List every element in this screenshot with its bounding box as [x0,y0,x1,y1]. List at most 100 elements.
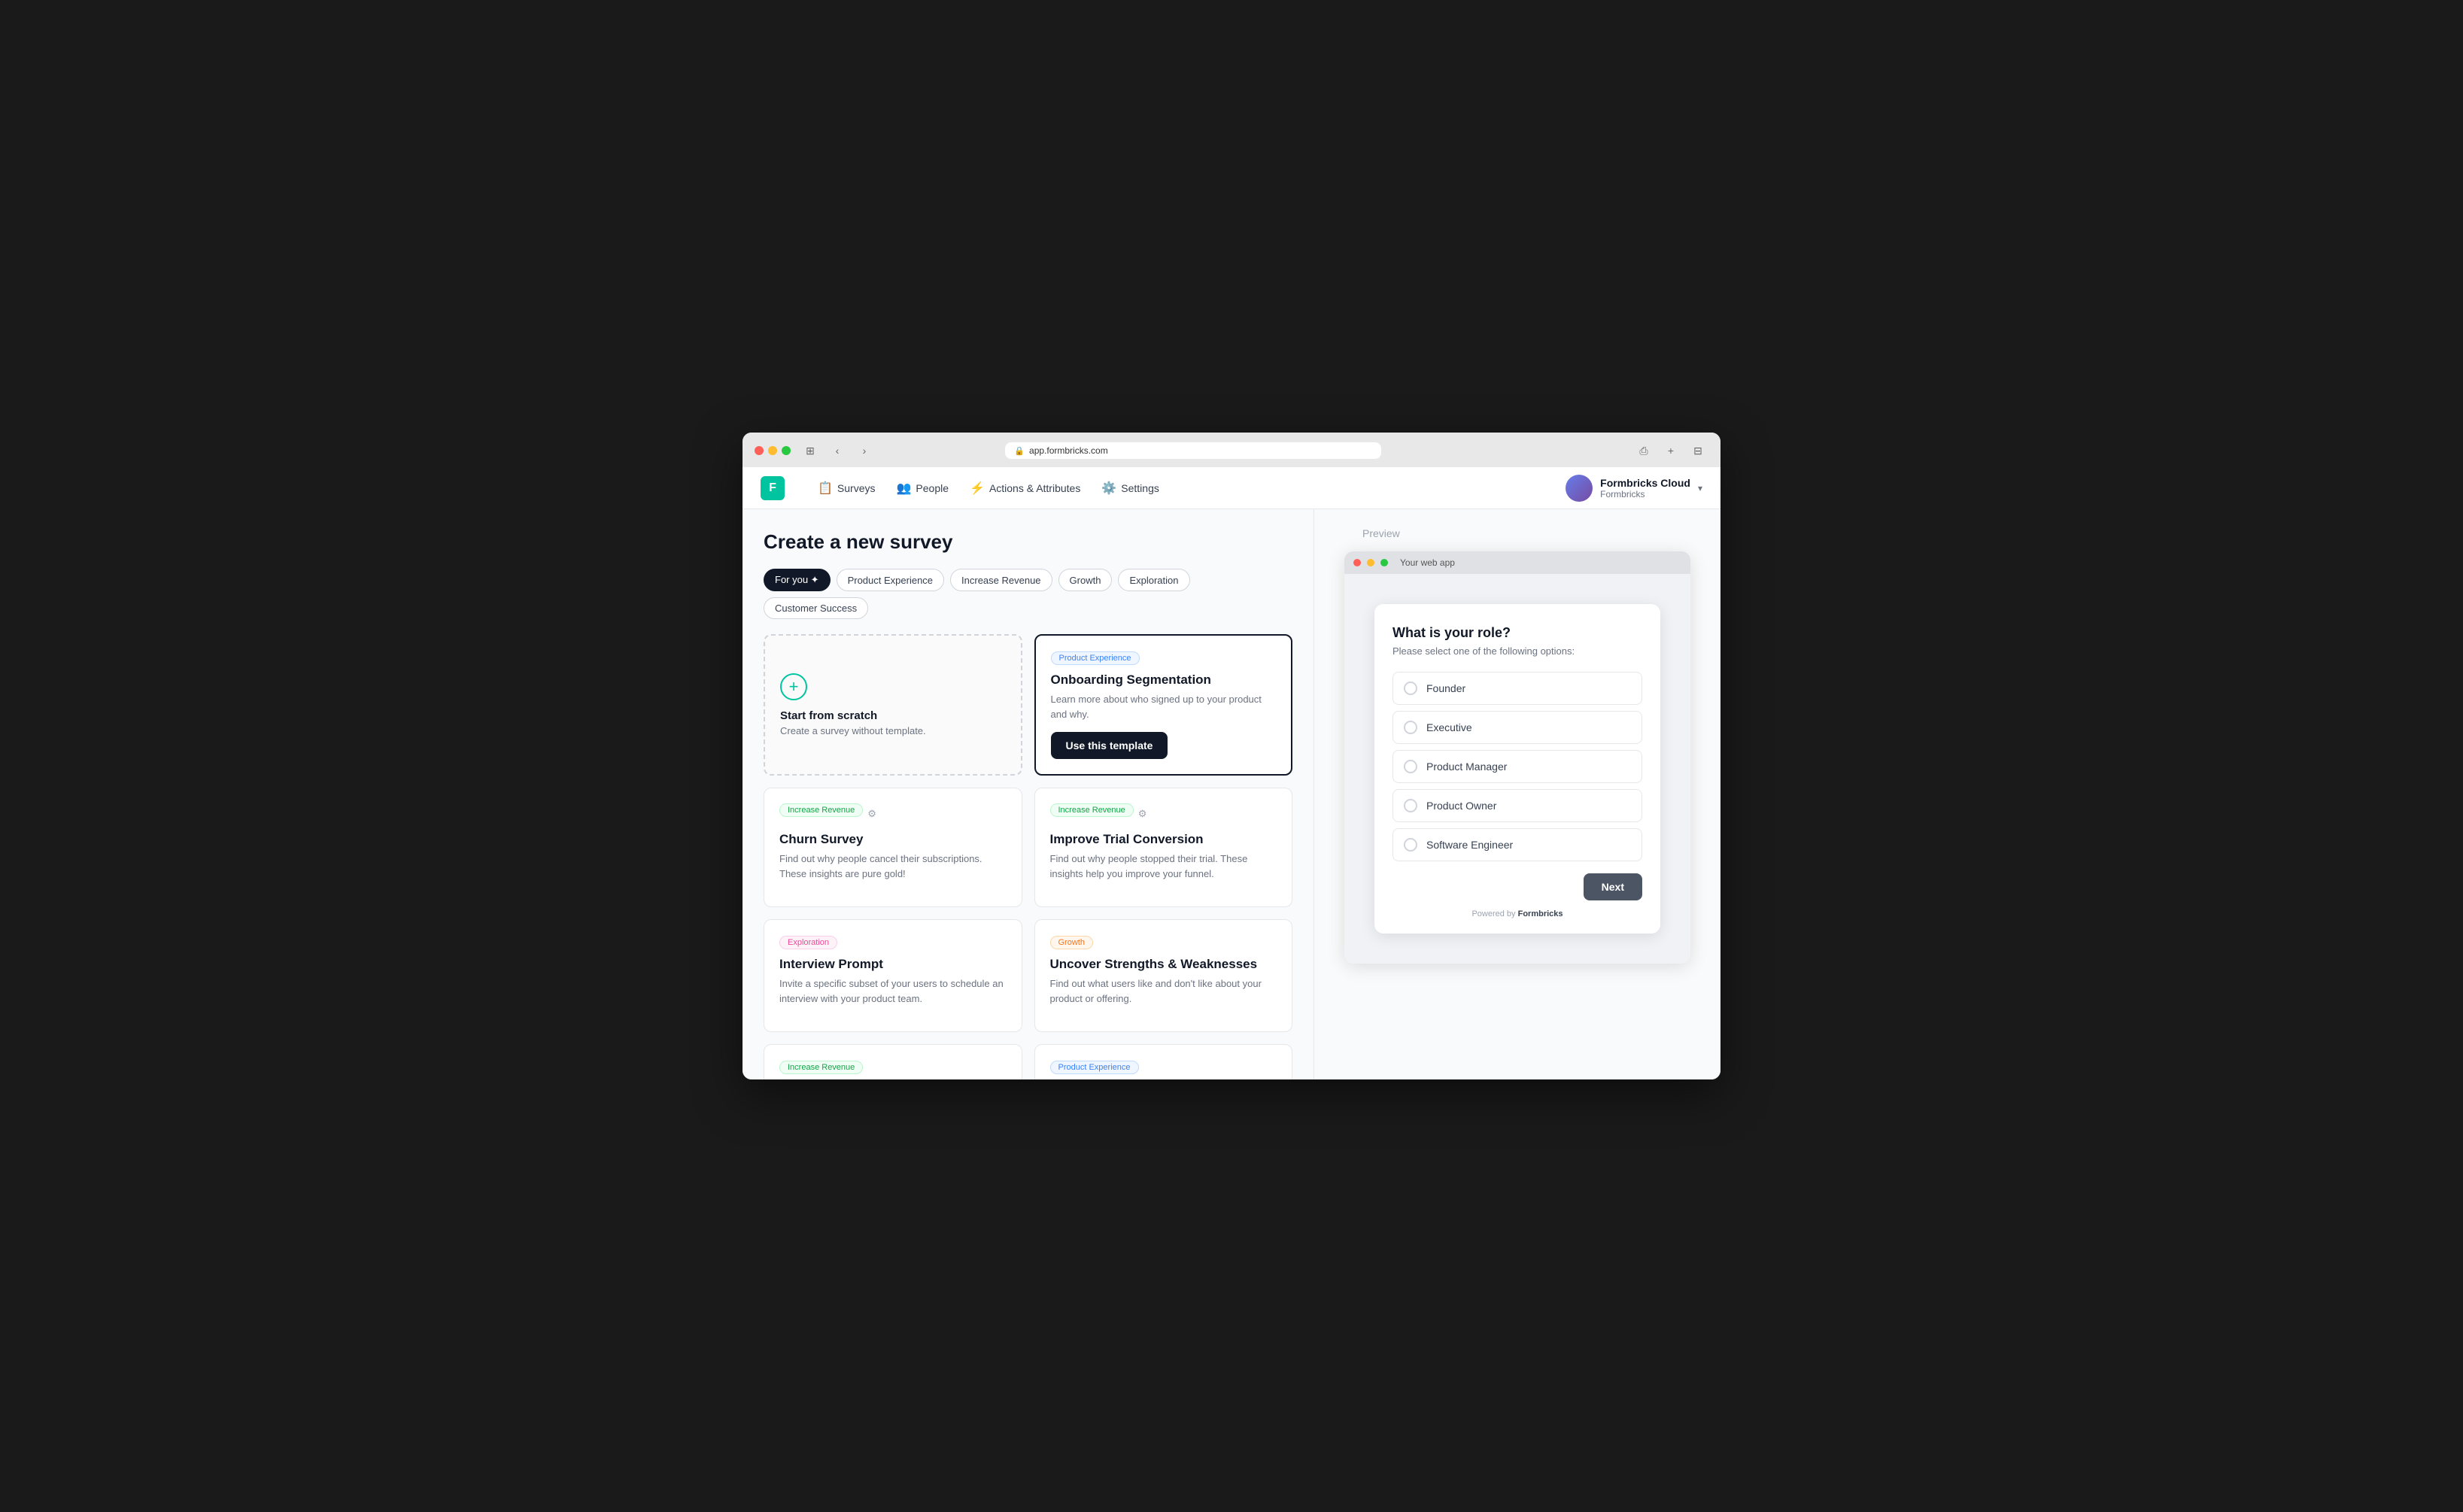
interview-card[interactable]: Exploration Interview Prompt Invite a sp… [764,919,1022,1032]
strengths-desc: Find out what users like and don't like … [1050,976,1277,1006]
option-product-owner[interactable]: Product Owner [1392,789,1642,822]
filter-tab-customer-success[interactable]: Customer Success [764,597,868,619]
radio-software-engineer [1404,838,1417,852]
powered-by-brand: Formbricks [1518,909,1563,918]
nav-right: Formbricks Cloud Formbricks ▾ [1566,475,1702,502]
trial-card[interactable]: Increase Revenue ⚙ Improve Trial Convers… [1034,788,1293,907]
filter-tab-product-experience[interactable]: Product Experience [837,569,944,591]
settings-label: Settings [1121,482,1159,494]
settings-icon: ⚙️ [1101,481,1116,496]
strengths-card[interactable]: Growth Uncover Strengths & Weaknesses Fi… [1034,919,1293,1032]
browser-controls: ⊞ ‹ › [800,440,875,461]
user-name: Formbricks Cloud [1600,477,1690,489]
traffic-light-red[interactable] [755,446,764,455]
option-label-product-owner: Product Owner [1426,800,1496,812]
interview-tag: Exploration [779,936,837,949]
goals-card[interactable]: Product Experience Identify Customer Goa… [1034,1044,1293,1079]
people-icon: 👥 [897,481,912,496]
strengths-title: Uncover Strengths & Weaknesses [1050,957,1277,972]
survey-grid: + Start from scratch Create a survey wit… [764,634,1292,1079]
url-text: app.formbricks.com [1029,445,1108,456]
use-template-button[interactable]: Use this template [1051,732,1168,759]
extensions-button[interactable]: ⊟ [1687,440,1708,461]
onboarding-desc: Learn more about who signed up to your p… [1051,692,1277,721]
lock-icon: 🔒 [1014,446,1025,456]
option-label-product-manager: Product Manager [1426,761,1507,773]
filter-tab-growth[interactable]: Growth [1058,569,1113,591]
preview-browser: Your web app What is your role? Please s… [1344,551,1690,964]
option-executive[interactable]: Executive [1392,711,1642,744]
nav-actions[interactable]: ⚡ Actions & Attributes [961,476,1089,500]
browser-chrome: ⊞ ‹ › 🔒 app.formbricks.com ⎙ + ⊟ [743,433,1720,467]
filter-tab-increase-revenue[interactable]: Increase Revenue [950,569,1052,591]
preview-titlebar: Your web app [1344,551,1690,574]
goals-tag: Product Experience [1050,1061,1139,1074]
option-founder[interactable]: Founder [1392,672,1642,705]
trial-tag-row: Increase Revenue ⚙ [1050,803,1277,824]
trial-desc: Find out why people stopped their trial.… [1050,852,1277,881]
onboarding-title: Onboarding Segmentation [1051,673,1277,688]
nav-surveys[interactable]: 📋 Surveys [809,476,885,500]
widget-footer: Next [1392,873,1642,900]
browser-titlebar: ⊞ ‹ › 🔒 app.formbricks.com ⎙ + ⊟ [755,440,1708,467]
start-from-scratch-card[interactable]: + Start from scratch Create a survey wit… [764,634,1022,776]
preview-traffic-yellow [1367,559,1374,566]
traffic-light-green[interactable] [782,446,791,455]
preview-traffic-green [1380,559,1388,566]
logo-letter: F [769,481,776,495]
back-button[interactable]: ‹ [827,440,848,461]
churn-desc: Find out why people cancel their subscri… [779,852,1007,881]
main-area: Create a new survey For you ✦ Product Ex… [743,509,1720,1079]
user-org: Formbricks [1600,489,1690,499]
app-logo: F [761,476,785,500]
filter-icon: ⚙ [867,808,876,820]
option-label-founder: Founder [1426,682,1465,694]
nav-people[interactable]: 👥 People [888,476,958,500]
widget-subtitle: Please select one of the following optio… [1392,645,1642,657]
radio-product-owner [1404,799,1417,812]
user-info: Formbricks Cloud Formbricks [1600,477,1690,499]
churn-tag: Increase Revenue [779,803,863,817]
scratch-title: Start from scratch [780,709,877,722]
traffic-lights [755,446,791,455]
filter-tab-exploration[interactable]: Exploration [1118,569,1189,591]
actions-icon: ⚡ [970,481,985,496]
widget-title: What is your role? [1392,625,1642,641]
radio-product-manager [1404,760,1417,773]
chevron-down-icon[interactable]: ▾ [1698,483,1702,493]
page-title: Create a new survey [764,530,1292,554]
left-panel: Create a new survey For you ✦ Product Ex… [743,509,1314,1079]
new-tab-button[interactable]: + [1660,440,1681,461]
churn-title: Churn Survey [779,832,1007,847]
survey-widget: What is your role? Please select one of … [1374,604,1660,934]
radio-executive [1404,721,1417,734]
forward-button[interactable]: › [854,440,875,461]
sidebar-toggle-button[interactable]: ⊞ [800,440,821,461]
radio-founder [1404,682,1417,695]
browser-actions: ⎙ + ⊟ [1633,440,1708,461]
trial-tag: Increase Revenue [1050,803,1134,817]
option-software-engineer[interactable]: Software Engineer [1392,828,1642,861]
onboarding-card[interactable]: Product Experience Onboarding Segmentati… [1034,634,1293,776]
preview-traffic-red [1353,559,1361,566]
churn-card[interactable]: Increase Revenue ⚙ Churn Survey Find out… [764,788,1022,907]
app-navbar: F 📋 Surveys 👥 People ⚡ Actions & Attribu… [743,467,1720,509]
plus-icon: + [780,673,807,700]
interview-title: Interview Prompt [779,957,1007,972]
filter-tab-for-you[interactable]: For you ✦ [764,569,831,591]
right-panel: Preview Your web app What is your role? … [1314,509,1720,1079]
next-button[interactable]: Next [1584,873,1642,900]
strengths-tag: Growth [1050,936,1093,949]
share-button[interactable]: ⎙ [1633,440,1654,461]
option-label-software-engineer: Software Engineer [1426,839,1513,851]
option-product-manager[interactable]: Product Manager [1392,750,1642,783]
filter-tabs: For you ✦ Product Experience Increase Re… [764,569,1292,619]
traffic-light-yellow[interactable] [768,446,777,455]
nav-settings[interactable]: ⚙️ Settings [1092,476,1168,500]
subscription-card[interactable]: Increase Revenue Changing subscription e… [764,1044,1022,1079]
preview-content: What is your role? Please select one of … [1344,574,1690,964]
address-bar[interactable]: 🔒 app.formbricks.com [1005,442,1381,459]
nav-items: 📋 Surveys 👥 People ⚡ Actions & Attribute… [809,476,1168,500]
subscription-tag: Increase Revenue [779,1061,863,1074]
trial-title: Improve Trial Conversion [1050,832,1277,847]
